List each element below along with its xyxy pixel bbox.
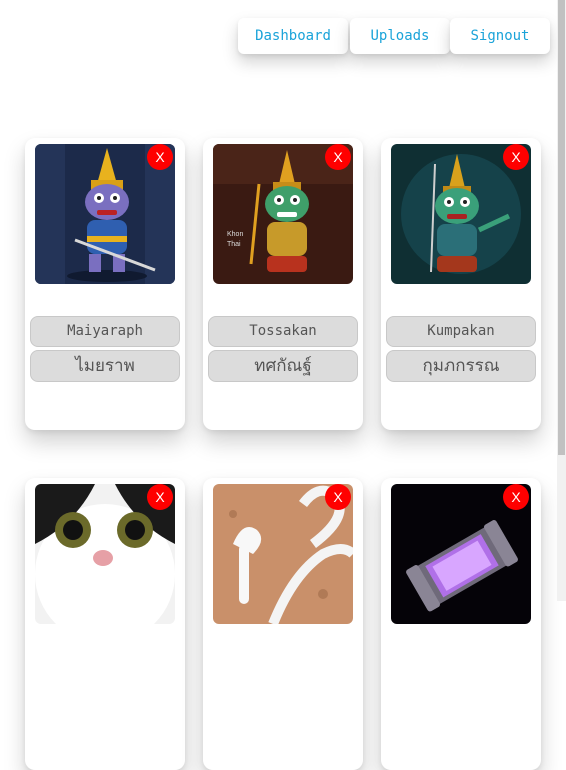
card-cat: X <box>25 478 185 770</box>
name-english[interactable]: Tossakan <box>208 316 358 347</box>
name-english[interactable]: Kumpakan <box>386 316 536 347</box>
card-tossakan: Khon Thai X Tossakan ทศกัณฐ์ <box>203 138 363 430</box>
dashboard-button[interactable]: Dashboard <box>238 18 348 54</box>
card-cylinder: X <box>381 478 541 770</box>
name-thai[interactable]: ทศกัณฐ์ <box>208 350 358 382</box>
signout-button[interactable]: Signout <box>450 18 550 54</box>
card-maiyaraph: X Maiyaraph ไมยราพ <box>25 138 185 430</box>
top-nav: Dashboard Uploads Signout <box>238 18 550 54</box>
uploads-button[interactable]: Uploads <box>350 18 450 54</box>
name-thai[interactable]: กุมภกรรณ <box>386 350 536 382</box>
scrollbar-thumb[interactable] <box>558 0 565 455</box>
delete-button[interactable]: X <box>503 484 529 510</box>
name-english[interactable]: Maiyaraph <box>30 316 180 347</box>
delete-button[interactable]: X <box>325 144 351 170</box>
svg-text:Khon: Khon <box>227 231 243 238</box>
delete-button[interactable]: X <box>503 144 529 170</box>
delete-button[interactable]: X <box>147 144 173 170</box>
card-cobra: X <box>203 478 363 770</box>
delete-button[interactable]: X <box>147 484 173 510</box>
name-thai[interactable]: ไมยราพ <box>30 350 180 382</box>
delete-button[interactable]: X <box>325 484 351 510</box>
svg-text:Thai: Thai <box>227 241 241 248</box>
card-kumpakan: X Kumpakan กุมภกรรณ <box>381 138 541 430</box>
scrollbar[interactable] <box>557 0 566 601</box>
